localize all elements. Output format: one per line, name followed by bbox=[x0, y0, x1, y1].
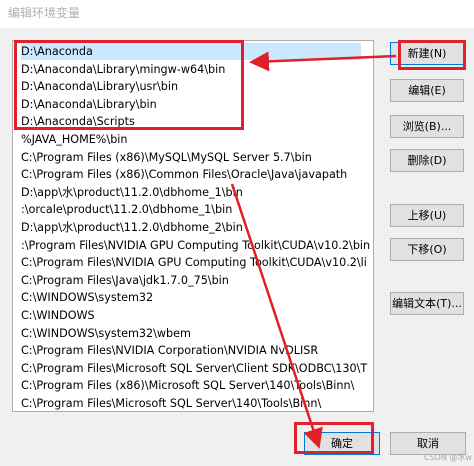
move-down-button[interactable]: 下移(O) bbox=[390, 238, 464, 261]
path-row[interactable]: C:\Program Files\NVIDIA Corporation\NVID… bbox=[21, 342, 318, 359]
path-row[interactable]: C:\WINDOWS\system32\wbem bbox=[21, 325, 191, 342]
path-row[interactable]: C:\Program Files\Java\jdk1.7.0_75\bin bbox=[21, 272, 229, 289]
path-row[interactable]: C:\Program Files\Microsoft SQL Server\Cl… bbox=[21, 360, 367, 377]
csdn-watermark: CSDN @水w bbox=[424, 453, 472, 462]
path-row[interactable]: C:\Program Files\Microsoft SQL Server\14… bbox=[21, 395, 321, 411]
path-row[interactable]: D:\Anaconda\Library\mingw-w64\bin bbox=[21, 61, 225, 78]
new-button[interactable]: 新建(N) bbox=[390, 42, 464, 65]
path-row[interactable]: :\orcale\product\11.2.0\dbhome_1\bin bbox=[21, 201, 232, 218]
path-row[interactable]: C:\Program Files\NVIDIA GPU Computing To… bbox=[21, 254, 367, 271]
path-row[interactable]: D:\app\水\product\11.2.0\dbhome_2\bin bbox=[21, 219, 243, 236]
path-row[interactable]: C:\Program Files (x86)\Microsoft SQL Ser… bbox=[21, 377, 354, 394]
move-up-button[interactable]: 上移(U) bbox=[390, 204, 464, 227]
path-row[interactable]: C:\WINDOWS bbox=[21, 307, 95, 324]
ok-button[interactable]: 确定 bbox=[304, 432, 380, 455]
window-title: 编辑环境变量 bbox=[8, 6, 81, 20]
path-row[interactable]: D:\Anaconda bbox=[21, 43, 361, 60]
edit-button[interactable]: 编辑(E) bbox=[390, 79, 464, 102]
browse-button[interactable]: 浏览(B)... bbox=[390, 115, 464, 138]
path-row[interactable]: :\Program Files\NVIDIA GPU Computing Too… bbox=[21, 237, 370, 254]
edit-text-button[interactable]: 编辑文本(T)... bbox=[390, 292, 464, 315]
path-row[interactable]: C:\Program Files (x86)\MySQL\MySQL Serve… bbox=[21, 149, 312, 166]
path-listbox[interactable]: D:\Anaconda D:\Anaconda\Library\mingw-w64… bbox=[12, 40, 374, 412]
delete-button[interactable]: 删除(D) bbox=[390, 149, 464, 172]
path-row[interactable]: D:\Anaconda\Scripts bbox=[21, 113, 135, 130]
path-row[interactable]: C:\WINDOWS\system32 bbox=[21, 289, 153, 306]
title-bar: 编辑环境变量 bbox=[0, 0, 474, 28]
path-row[interactable]: D:\app\水\product\11.2.0\dbhome_1\bin bbox=[21, 184, 243, 201]
path-row[interactable]: %JAVA_HOME%\bin bbox=[21, 131, 128, 148]
path-row[interactable]: D:\Anaconda\Library\usr\bin bbox=[21, 78, 178, 95]
path-row[interactable]: C:\Program Files (x86)\Common Files\Orac… bbox=[21, 166, 347, 183]
path-row[interactable]: D:\Anaconda\Library\bin bbox=[21, 96, 157, 113]
